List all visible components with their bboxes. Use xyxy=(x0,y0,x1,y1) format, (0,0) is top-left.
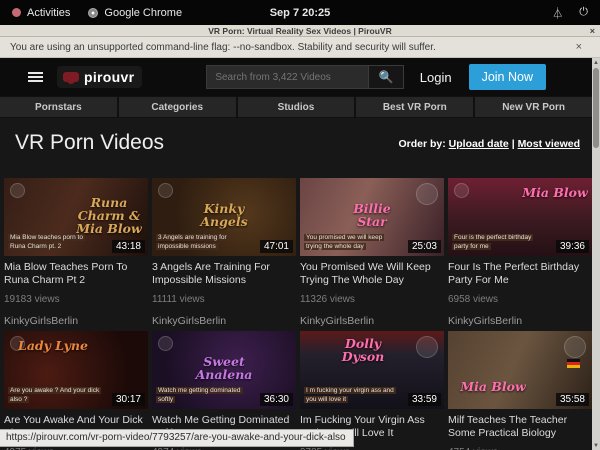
studio-logo-icon xyxy=(416,183,438,205)
site-logo[interactable]: pirouvr xyxy=(57,66,142,88)
view-count: 6958 views xyxy=(448,294,592,305)
video-title-link[interactable]: 3 Angels Are Training For Impossible Mis… xyxy=(152,261,296,286)
video-card: Mia Blow 35:58 Milf Teaches The Teacher … xyxy=(448,331,592,450)
thumb-overlay-title: Dolly Dyson xyxy=(328,337,398,363)
video-card: Runa Charm & Mia Blow Mia Blow teaches p… xyxy=(4,178,148,327)
duration-badge: 36:30 xyxy=(260,393,293,406)
thumb-caption: I m fucking your virgin ass and you will… xyxy=(304,386,396,406)
thumb-overlay-title: Runa Charm & Mia Blow xyxy=(74,196,144,235)
video-title-link[interactable]: Mia Blow Teaches Porn To Runa Charm Pt 2 xyxy=(4,261,148,286)
video-title-link[interactable]: You Promised We Will Keep Trying The Who… xyxy=(300,261,444,286)
studio-logo-icon xyxy=(10,183,25,198)
site-header: pirouvr 🔍 Login Join Now xyxy=(0,58,592,96)
video-thumbnail[interactable]: Mia Blow 35:58 xyxy=(448,331,592,409)
studio-logo-icon xyxy=(158,183,173,198)
video-thumbnail[interactable]: Billie Star You promised we will keep tr… xyxy=(300,178,444,256)
studio-link[interactable]: KinkyGirlsBerlin xyxy=(4,315,148,327)
site-logo-text: pirouvr xyxy=(84,69,134,85)
video-title-link[interactable]: Milf Teaches The Teacher Some Practical … xyxy=(448,414,592,439)
window-title: VR Porn: Virtual Reality Sex Videos | Pi… xyxy=(208,26,391,36)
scrollbar[interactable]: ▲ ▼ xyxy=(592,58,600,450)
scrollbar-thumb[interactable] xyxy=(593,68,599,148)
sandbox-warning-infobar: You are using an unsupported command-lin… xyxy=(0,37,600,58)
thumb-caption: Watch me getting dominated softly xyxy=(156,386,248,406)
video-card: Kinky Angels 3 Angels are training for i… xyxy=(152,178,296,327)
nav-item-new-vr-porn[interactable]: New VR Porn xyxy=(475,97,592,117)
search-button[interactable]: 🔍 xyxy=(369,65,404,89)
thumb-overlay-title: Mia Blow xyxy=(458,380,528,393)
status-url-tooltip: https://pirouvr.com/vr-porn-video/779325… xyxy=(0,429,354,447)
duration-badge: 39:36 xyxy=(556,240,589,253)
nav-item-best-vr-porn[interactable]: Best VR Porn xyxy=(356,97,473,117)
thumb-caption: You promised we will keep trying the who… xyxy=(304,233,396,253)
duration-badge: 35:58 xyxy=(556,393,589,406)
video-thumbnail[interactable]: Mia Blow Four is the perfect birthday pa… xyxy=(448,178,592,256)
duration-badge: 43:18 xyxy=(112,240,145,253)
view-count: 11111 views xyxy=(152,294,296,305)
window-close-icon[interactable]: × xyxy=(590,26,595,36)
order-by-most-viewed-link[interactable]: Most viewed xyxy=(518,138,580,150)
nav-item-studios[interactable]: Studios xyxy=(238,97,355,117)
order-by-label: Order by: xyxy=(398,138,445,150)
menu-hamburger-icon[interactable] xyxy=(28,72,43,82)
nav-item-pornstars[interactable]: Pornstars xyxy=(0,97,117,117)
studio-logo-icon xyxy=(454,183,469,198)
login-link[interactable]: Login xyxy=(420,70,452,85)
thumb-overlay-title: Billie Star xyxy=(337,202,407,228)
search-bar: 🔍 xyxy=(206,65,404,89)
infobar-message: You are using an unsupported command-lin… xyxy=(10,42,436,53)
thumb-caption: Mia Blow teaches porn to Runa Charm pt. … xyxy=(8,233,100,253)
studio-link[interactable]: KinkyGirlsBerlin xyxy=(300,315,444,327)
studio-link[interactable]: KinkyGirlsBerlin xyxy=(152,315,296,327)
scrollbar-up-icon[interactable]: ▲ xyxy=(592,58,600,67)
studio-logo-icon xyxy=(564,336,586,358)
thumb-caption: Are you awake ? And your dick also ? xyxy=(8,386,100,406)
studio-logo-icon xyxy=(158,336,173,351)
video-thumbnail[interactable]: Dolly Dyson I m fucking your virgin ass … xyxy=(300,331,444,409)
system-bar: Activities Google Chrome Sep 7 20:25 ⏃ ⏻ xyxy=(0,0,600,25)
studio-logo-icon xyxy=(416,336,438,358)
site-content: pirouvr 🔍 Login Join Now Pornstars Categ… xyxy=(0,58,592,450)
window-titlebar: VR Porn: Virtual Reality Sex Videos | Pi… xyxy=(0,25,600,37)
video-title-link[interactable]: Four Is The Perfect Birthday Party For M… xyxy=(448,261,592,286)
video-thumbnail[interactable]: Runa Charm & Mia Blow Mia Blow teaches p… xyxy=(4,178,148,256)
duration-badge: 47:01 xyxy=(260,240,293,253)
thumb-overlay-title: Lady Lyne xyxy=(18,339,88,352)
thumb-caption: Four is the perfect birthday party for m… xyxy=(452,233,544,253)
duration-badge: 30:17 xyxy=(112,393,145,406)
clock[interactable]: Sep 7 20:25 xyxy=(0,7,600,19)
view-count: 11326 views xyxy=(300,294,444,305)
video-thumbnail[interactable]: Lady Lyne Are you awake ? And your dick … xyxy=(4,331,148,409)
thumb-caption: 3 Angels are training for impossible mis… xyxy=(156,233,248,253)
infobar-close-icon[interactable]: × xyxy=(576,41,582,53)
thumb-overlay-title: Kinky Angels xyxy=(189,202,259,228)
studio-link[interactable]: KinkyGirlsBerlin xyxy=(448,315,592,327)
order-by: Order by: Upload date | Most viewed xyxy=(398,138,580,150)
join-now-button[interactable]: Join Now xyxy=(469,64,546,90)
thumb-overlay-title: Sweet Analena xyxy=(189,355,259,381)
video-thumbnail[interactable]: Sweet Analena Watch me getting dominated… xyxy=(152,331,296,409)
video-card: Billie Star You promised we will keep tr… xyxy=(300,178,444,327)
scrollbar-down-icon[interactable]: ▼ xyxy=(592,441,600,450)
screen: Activities Google Chrome Sep 7 20:25 ⏃ ⏻… xyxy=(0,0,600,450)
main-nav: Pornstars Categories Studios Best VR Por… xyxy=(0,96,592,118)
search-icon: 🔍 xyxy=(379,70,394,84)
page-body: VR Porn Videos Order by: Upload date | M… xyxy=(0,118,592,450)
view-count: 19183 views xyxy=(4,294,148,305)
order-by-upload-date-link[interactable]: Upload date xyxy=(449,138,509,150)
german-flag-icon xyxy=(567,359,580,368)
thumb-overlay-title: Mia Blow xyxy=(520,186,590,199)
video-grid: Runa Charm & Mia Blow Mia Blow teaches p… xyxy=(0,155,592,450)
nav-item-categories[interactable]: Categories xyxy=(119,97,236,117)
vr-goggles-icon xyxy=(63,72,79,82)
search-input[interactable] xyxy=(206,65,369,89)
video-thumbnail[interactable]: Kinky Angels 3 Angels are training for i… xyxy=(152,178,296,256)
order-by-separator: | xyxy=(512,138,515,150)
video-card: Mia Blow Four is the perfect birthday pa… xyxy=(448,178,592,327)
duration-badge: 25:03 xyxy=(408,240,441,253)
duration-badge: 33:59 xyxy=(408,393,441,406)
